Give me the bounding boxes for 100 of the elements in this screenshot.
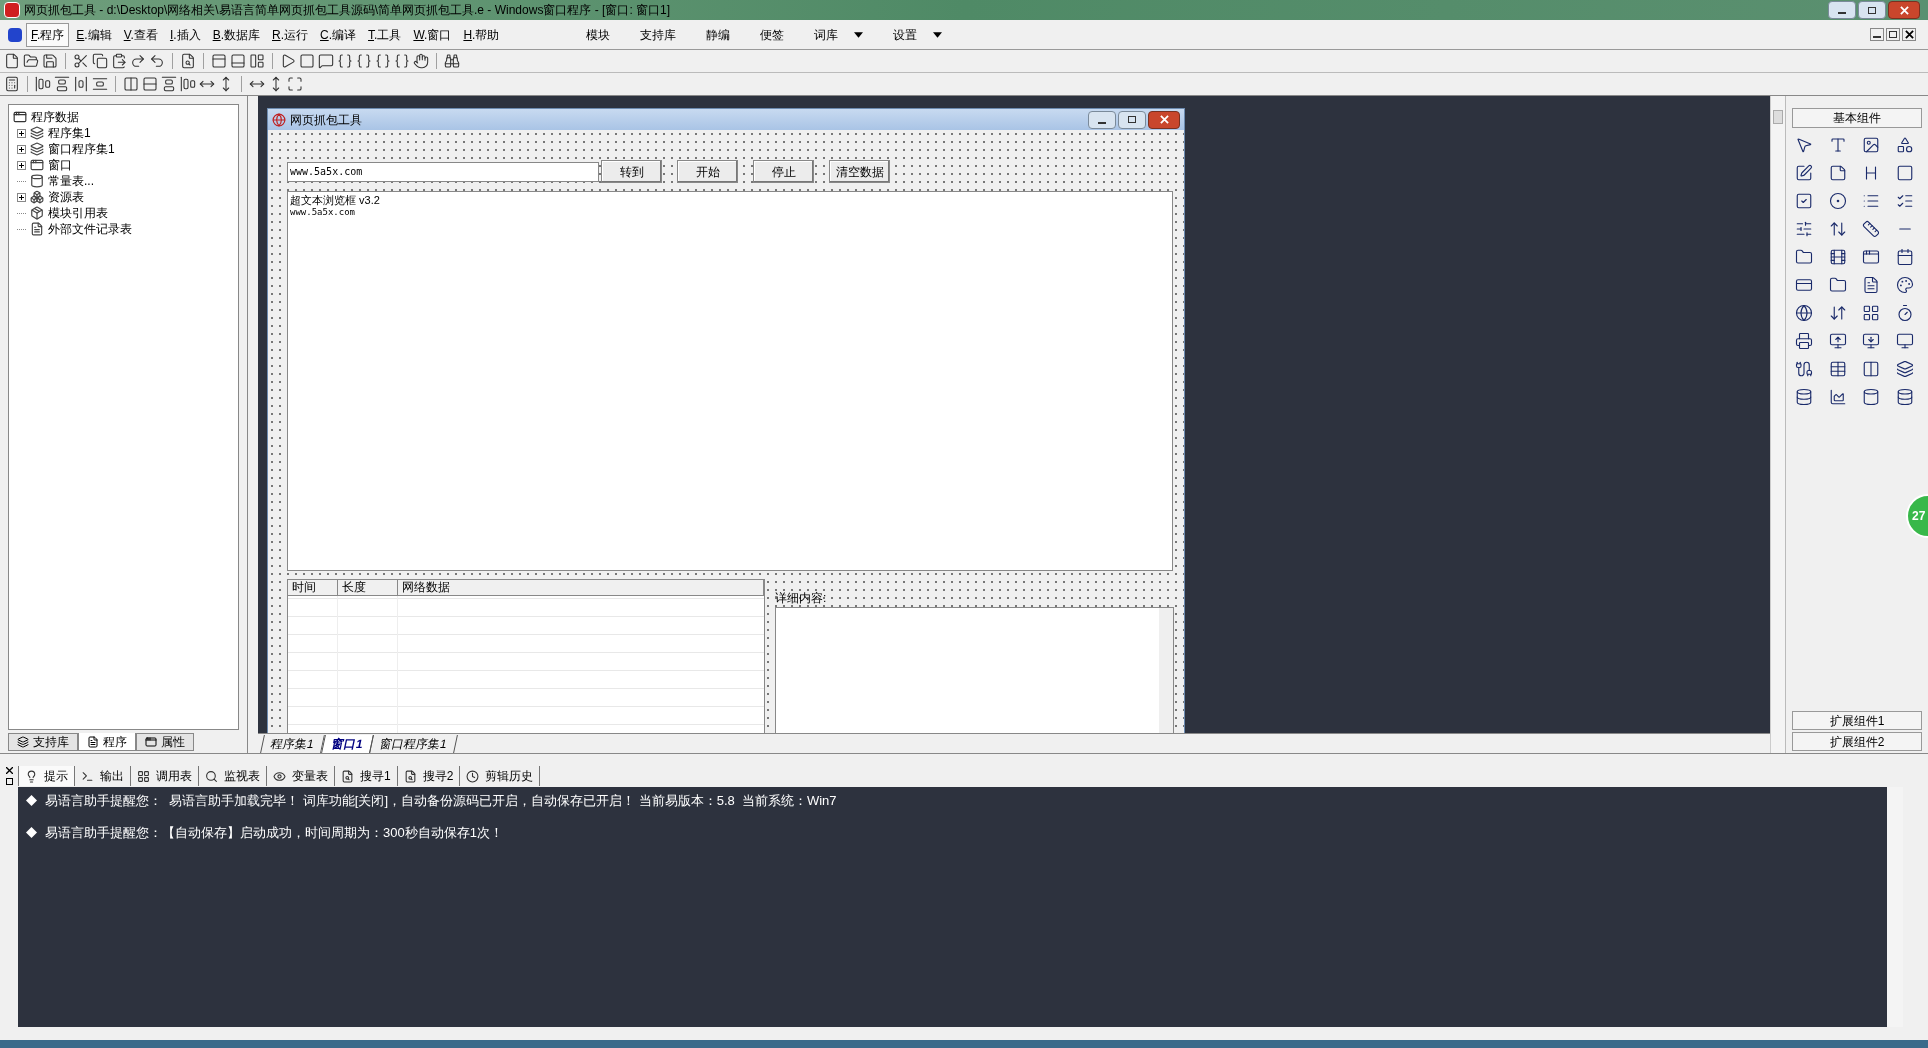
close-icon[interactable] [5, 767, 13, 774]
checkbox-icon[interactable] [1795, 192, 1813, 210]
align-top-icon[interactable] [54, 76, 70, 92]
monitor-icon[interactable] [1895, 332, 1914, 350]
form-button[interactable]: 停止 [753, 160, 814, 183]
copy-icon[interactable] [92, 53, 108, 69]
timer-icon[interactable] [1895, 304, 1914, 322]
frame-icon[interactable] [1828, 164, 1847, 182]
checklist-icon[interactable] [1895, 192, 1914, 210]
menu-item[interactable]: C.编译 [315, 22, 362, 47]
restore-icon[interactable] [5, 778, 13, 785]
document-tab[interactable]: 窗口1 [320, 734, 374, 753]
updown-icon[interactable] [1828, 220, 1847, 238]
layers-icon[interactable] [1895, 360, 1914, 378]
menu-item[interactable]: 便签 [760, 25, 785, 44]
braces-icon[interactable] [375, 53, 391, 69]
maximize-button[interactable] [1886, 28, 1900, 41]
align-icon[interactable] [180, 76, 196, 92]
menu-item[interactable]: 设置 [893, 25, 918, 44]
panel-layout-icon[interactable] [249, 53, 265, 69]
menu-item[interactable]: B.数据库 [207, 22, 265, 47]
image-icon[interactable] [1862, 136, 1880, 154]
panel-tab[interactable]: 程序 [78, 733, 136, 751]
spin-icon[interactable] [1828, 304, 1847, 322]
play-icon[interactable] [280, 53, 296, 69]
space-icon[interactable] [73, 76, 89, 92]
database-icon[interactable] [1862, 388, 1880, 406]
panel-tab[interactable]: 属性 [136, 733, 194, 751]
braces-icon[interactable] [394, 53, 410, 69]
align-icon[interactable] [161, 76, 177, 92]
output-tab[interactable]: 提示 [18, 766, 75, 786]
find-icon[interactable] [180, 53, 196, 69]
braces-icon[interactable] [337, 53, 353, 69]
column-header[interactable]: 网络数据 [398, 580, 764, 595]
panel-top-icon[interactable] [211, 53, 227, 69]
center-icon[interactable] [123, 76, 139, 92]
menu-item[interactable]: 模块 [586, 25, 611, 44]
scroll-icon[interactable] [1795, 220, 1813, 238]
card-icon[interactable] [1795, 276, 1813, 294]
maximize-button[interactable] [1858, 1, 1886, 19]
printer-icon[interactable] [1795, 332, 1813, 350]
binoculars-icon[interactable] [444, 53, 460, 69]
tree-item[interactable]: 窗口程序集1 [48, 140, 115, 158]
shapes-icon[interactable] [1895, 136, 1914, 154]
form-button[interactable]: 转到 [601, 160, 662, 183]
palette-icon[interactable] [1895, 276, 1914, 294]
globe-icon[interactable] [1795, 304, 1813, 322]
folder-icon[interactable] [1828, 276, 1847, 294]
output-tab[interactable]: 搜寻1 [335, 766, 398, 786]
document-icon[interactable] [4, 53, 20, 69]
menu-item[interactable]: I.插入 [164, 22, 206, 47]
list-icon[interactable] [1862, 192, 1880, 210]
button-shape-icon[interactable] [1895, 164, 1914, 182]
scrollbar[interactable] [1887, 787, 1903, 1027]
expand-toggle-icon[interactable] [17, 160, 26, 170]
center-icon[interactable] [142, 76, 158, 92]
menu-item[interactable]: E.编辑 [71, 22, 117, 47]
tree-item[interactable]: 常量表... [48, 172, 94, 190]
scrollbar[interactable] [1159, 608, 1173, 733]
maximize-button[interactable] [1118, 110, 1146, 129]
braces-icon[interactable] [356, 53, 372, 69]
paste-icon[interactable] [111, 53, 127, 69]
undo-icon[interactable] [149, 53, 165, 69]
expand-toggle-icon[interactable] [17, 144, 26, 154]
document-tab[interactable]: 窗口程序集1 [369, 734, 458, 753]
tree-item[interactable]: 外部文件记录表 [48, 220, 132, 238]
calendar-icon[interactable] [1895, 248, 1914, 266]
panel-bottom-icon[interactable] [230, 53, 246, 69]
tree-item[interactable]: 窗口 [48, 156, 72, 174]
url-field[interactable]: www.5a5x.com [287, 161, 599, 182]
close-button[interactable] [1888, 1, 1920, 19]
cable-icon[interactable] [1795, 360, 1813, 378]
document-icon[interactable] [1862, 276, 1880, 294]
message-icon[interactable] [318, 53, 334, 69]
minimize-button[interactable] [1088, 110, 1116, 129]
form-button[interactable]: 清空数据 [829, 160, 890, 183]
dropdown-arrow-icon[interactable] [933, 31, 943, 38]
database-icon[interactable] [1895, 388, 1914, 406]
dropdown-arrow-icon[interactable] [854, 31, 864, 38]
toolbox-category[interactable]: 扩展组件1 [1792, 711, 1922, 730]
window-icon[interactable] [1862, 248, 1880, 266]
ruler-icon[interactable] [1862, 220, 1880, 238]
network-icon[interactable] [1828, 332, 1847, 350]
menu-item[interactable]: 静编 [706, 25, 731, 44]
output-tab[interactable]: 调用表 [131, 766, 199, 786]
close-button[interactable] [1148, 110, 1180, 129]
radio-icon[interactable] [1828, 192, 1847, 210]
expand-toggle-icon[interactable] [17, 192, 26, 202]
tree-item[interactable]: 模块引用表 [48, 204, 108, 222]
menu-item[interactable]: 词库 [814, 25, 839, 44]
save-icon[interactable] [42, 53, 58, 69]
redo-icon[interactable] [130, 53, 146, 69]
output-tab[interactable]: 搜寻2 [397, 766, 461, 786]
menu-item[interactable]: F.程序 [26, 22, 70, 47]
menu-item[interactable]: T.工具 [363, 22, 407, 47]
tree-item[interactable]: 资源表 [48, 188, 84, 206]
columns-icon[interactable] [1862, 360, 1880, 378]
output-tab[interactable]: 变量表 [267, 766, 335, 786]
chart-icon[interactable] [1828, 388, 1847, 406]
label-icon[interactable] [1828, 136, 1847, 154]
